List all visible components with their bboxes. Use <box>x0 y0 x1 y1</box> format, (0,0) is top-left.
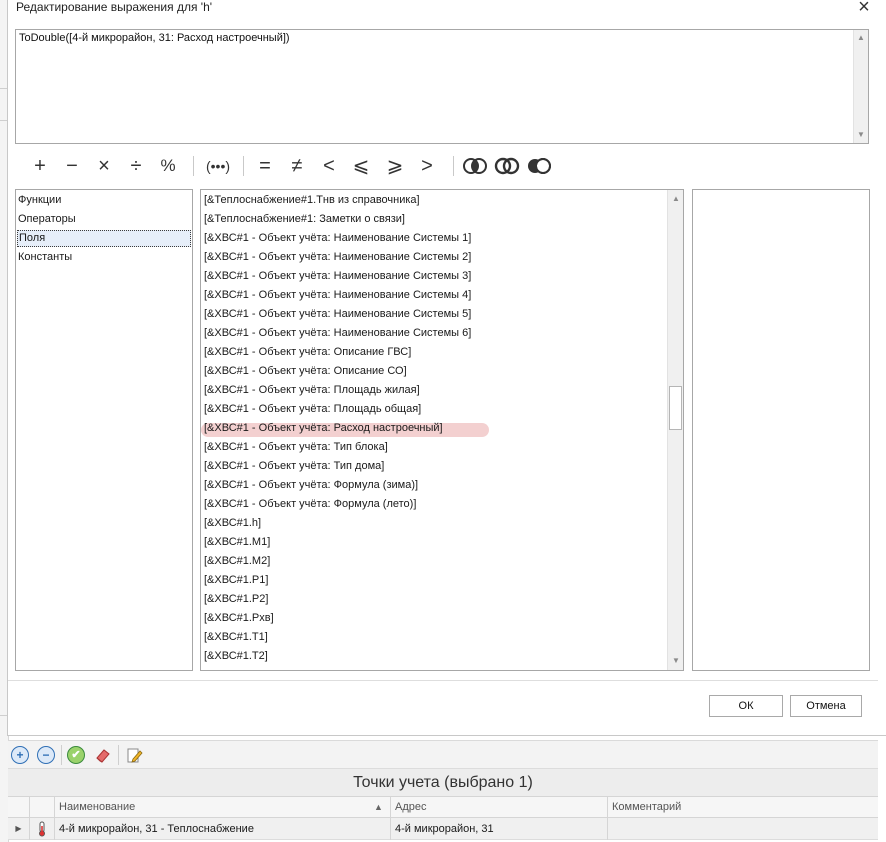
add-icon[interactable]: + <box>11 746 29 764</box>
field-item[interactable]: [&ХВС#1 - Объект учёта: Наименование Сис… <box>204 270 471 282</box>
toolbar-separator <box>61 745 62 765</box>
scroll-down-icon[interactable]: ▼ <box>669 654 683 668</box>
field-item[interactable]: [&ХВС#1.M2] <box>204 555 270 567</box>
field-item[interactable]: [&ХВС#1 - Объект учёта: Описание СО] <box>204 365 407 377</box>
toolbar-separator <box>453 156 454 176</box>
percent-operator-button[interactable]: % <box>154 154 182 178</box>
expression-text[interactable]: ToDouble([4-й микрорайон, 31: Расход нас… <box>19 32 290 44</box>
check-icon[interactable]: ✔ <box>67 746 85 764</box>
scroll-up-icon[interactable]: ▲ <box>669 192 683 206</box>
field-item[interactable]: [&ХВС#1 - Объект учёта: Описание ГВС] <box>204 346 411 358</box>
row-address-cell[interactable]: 4-й микрорайон, 31 <box>391 818 608 840</box>
column-header-name-label: Наименование <box>59 801 136 813</box>
less-than-operator-button[interactable]: < <box>315 154 343 178</box>
field-item[interactable]: [&ХВС#1 - Объект учёта: Площадь жилая] <box>204 384 420 396</box>
minus-operator-button[interactable]: − <box>58 154 86 178</box>
field-item[interactable]: [&Теплоснабжение#1: Заметки о связи] <box>204 213 405 225</box>
dialog-title: Редактирование выражения для 'h' <box>16 0 213 14</box>
background-divider <box>0 120 8 121</box>
plus-operator-button[interactable]: + <box>26 154 54 178</box>
field-item[interactable]: [&ХВС#1.P2] <box>204 593 268 605</box>
category-fields[interactable]: Поля <box>17 230 191 247</box>
toolbar-separator <box>118 745 119 765</box>
field-item[interactable]: [&ХВС#1 - Объект учёта: Формула (зима)] <box>204 479 418 491</box>
greater-than-operator-button[interactable]: > <box>413 154 441 178</box>
not-equal-operator-button[interactable]: ≠ <box>283 154 311 178</box>
close-icon[interactable]: × <box>854 0 874 17</box>
field-item[interactable]: [&ХВС#1 - Объект учёта: Наименование Сис… <box>204 289 471 301</box>
expand-row-icon[interactable]: ▶ <box>8 818 30 840</box>
edit-icon[interactable] <box>125 746 143 764</box>
remove-icon[interactable]: − <box>37 746 55 764</box>
equals-operator-button[interactable]: = <box>251 154 279 178</box>
scroll-up-icon[interactable]: ▲ <box>854 31 868 45</box>
and-operator-icon[interactable] <box>461 154 489 178</box>
sort-ascending-icon[interactable]: ▲ <box>374 802 383 812</box>
categories-list: Функции Операторы Поля Константы <box>15 189 193 671</box>
icon-column-header <box>30 796 55 818</box>
row-comment-cell[interactable] <box>608 818 878 840</box>
parentheses-button[interactable]: (•••) <box>200 154 236 178</box>
field-item[interactable]: [&ХВС#1 - Объект учёта: Наименование Сис… <box>204 308 471 320</box>
thermometer-icon <box>30 818 55 840</box>
divide-operator-button[interactable]: ÷ <box>122 154 150 178</box>
field-item-highlighted[interactable]: [&ХВС#1 - Объект учёта: Расход настроечн… <box>204 422 443 434</box>
or-operator-icon[interactable] <box>493 154 521 178</box>
multiply-operator-button[interactable]: × <box>90 154 118 178</box>
column-header-comment[interactable]: Комментарий <box>608 796 878 818</box>
expand-column-header <box>8 796 30 818</box>
ok-button[interactable]: ОК <box>709 695 783 717</box>
less-or-equal-operator-button[interactable]: ⩽ <box>347 154 375 178</box>
field-item[interactable]: [&ХВС#1.M1] <box>204 536 270 548</box>
greater-or-equal-operator-button[interactable]: ⩾ <box>381 154 409 178</box>
cancel-button[interactable]: Отмена <box>790 695 862 717</box>
field-item[interactable]: [&Теплоснабжение#1.Тнв из справочника] <box>204 194 420 206</box>
eraser-icon[interactable] <box>94 746 112 764</box>
background-divider <box>0 88 8 89</box>
field-item[interactable]: [&ХВС#1 - Объект учёта: Наименование Сис… <box>204 251 471 263</box>
toolbar-separator <box>243 156 244 176</box>
scroll-down-icon[interactable]: ▼ <box>854 128 868 142</box>
field-item[interactable]: [&ХВС#1 - Объект учёта: Наименование Сис… <box>204 232 471 244</box>
expression-scrollbar[interactable]: ▲ ▼ <box>853 30 868 143</box>
toolbar-separator <box>193 156 194 176</box>
field-item[interactable]: [&ХВС#1.T1] <box>204 631 268 643</box>
fields-list: [&Теплоснабжение#1.Тнв из справочника] [… <box>200 189 684 671</box>
dialog-divider <box>8 680 878 681</box>
scroll-thumb[interactable] <box>669 386 682 430</box>
field-item[interactable]: [&ХВС#1.Pхв] <box>204 612 274 624</box>
category-constants[interactable]: Константы <box>18 251 72 263</box>
category-operators[interactable]: Операторы <box>18 213 76 225</box>
description-panel <box>692 189 870 671</box>
field-item[interactable]: [&ХВС#1.P1] <box>204 574 268 586</box>
row-name-cell[interactable]: 4-й микрорайон, 31 - Теплоснабжение <box>55 818 391 840</box>
field-item[interactable]: [&ХВС#1.T2] <box>204 650 268 662</box>
column-header-name[interactable]: Наименование <box>55 796 391 818</box>
field-item[interactable]: [&ХВС#1.h] <box>204 517 261 529</box>
background-divider <box>0 715 8 716</box>
field-item[interactable]: [&ХВС#1 - Объект учёта: Тип блока] <box>204 441 388 453</box>
field-item[interactable]: [&ХВС#1 - Объект учёта: Тип дома] <box>204 460 384 472</box>
field-item[interactable]: [&ХВС#1 - Объект учёта: Формула (лето)] <box>204 498 416 510</box>
field-item[interactable]: [&ХВС#1 - Объект учёта: Наименование Сис… <box>204 327 471 339</box>
field-item[interactable]: [&ХВС#1 - Объект учёта: Площадь общая] <box>204 403 421 415</box>
column-header-address[interactable]: Адрес <box>391 796 608 818</box>
category-functions[interactable]: Функции <box>18 194 61 206</box>
metering-points-title: Точки учета (выбрано 1) <box>8 768 878 797</box>
not-operator-icon[interactable] <box>525 154 553 178</box>
expression-input[interactable]: ToDouble([4-й микрорайон, 31: Расход нас… <box>15 29 869 144</box>
fields-scrollbar[interactable]: ▲ ▼ <box>667 190 683 670</box>
